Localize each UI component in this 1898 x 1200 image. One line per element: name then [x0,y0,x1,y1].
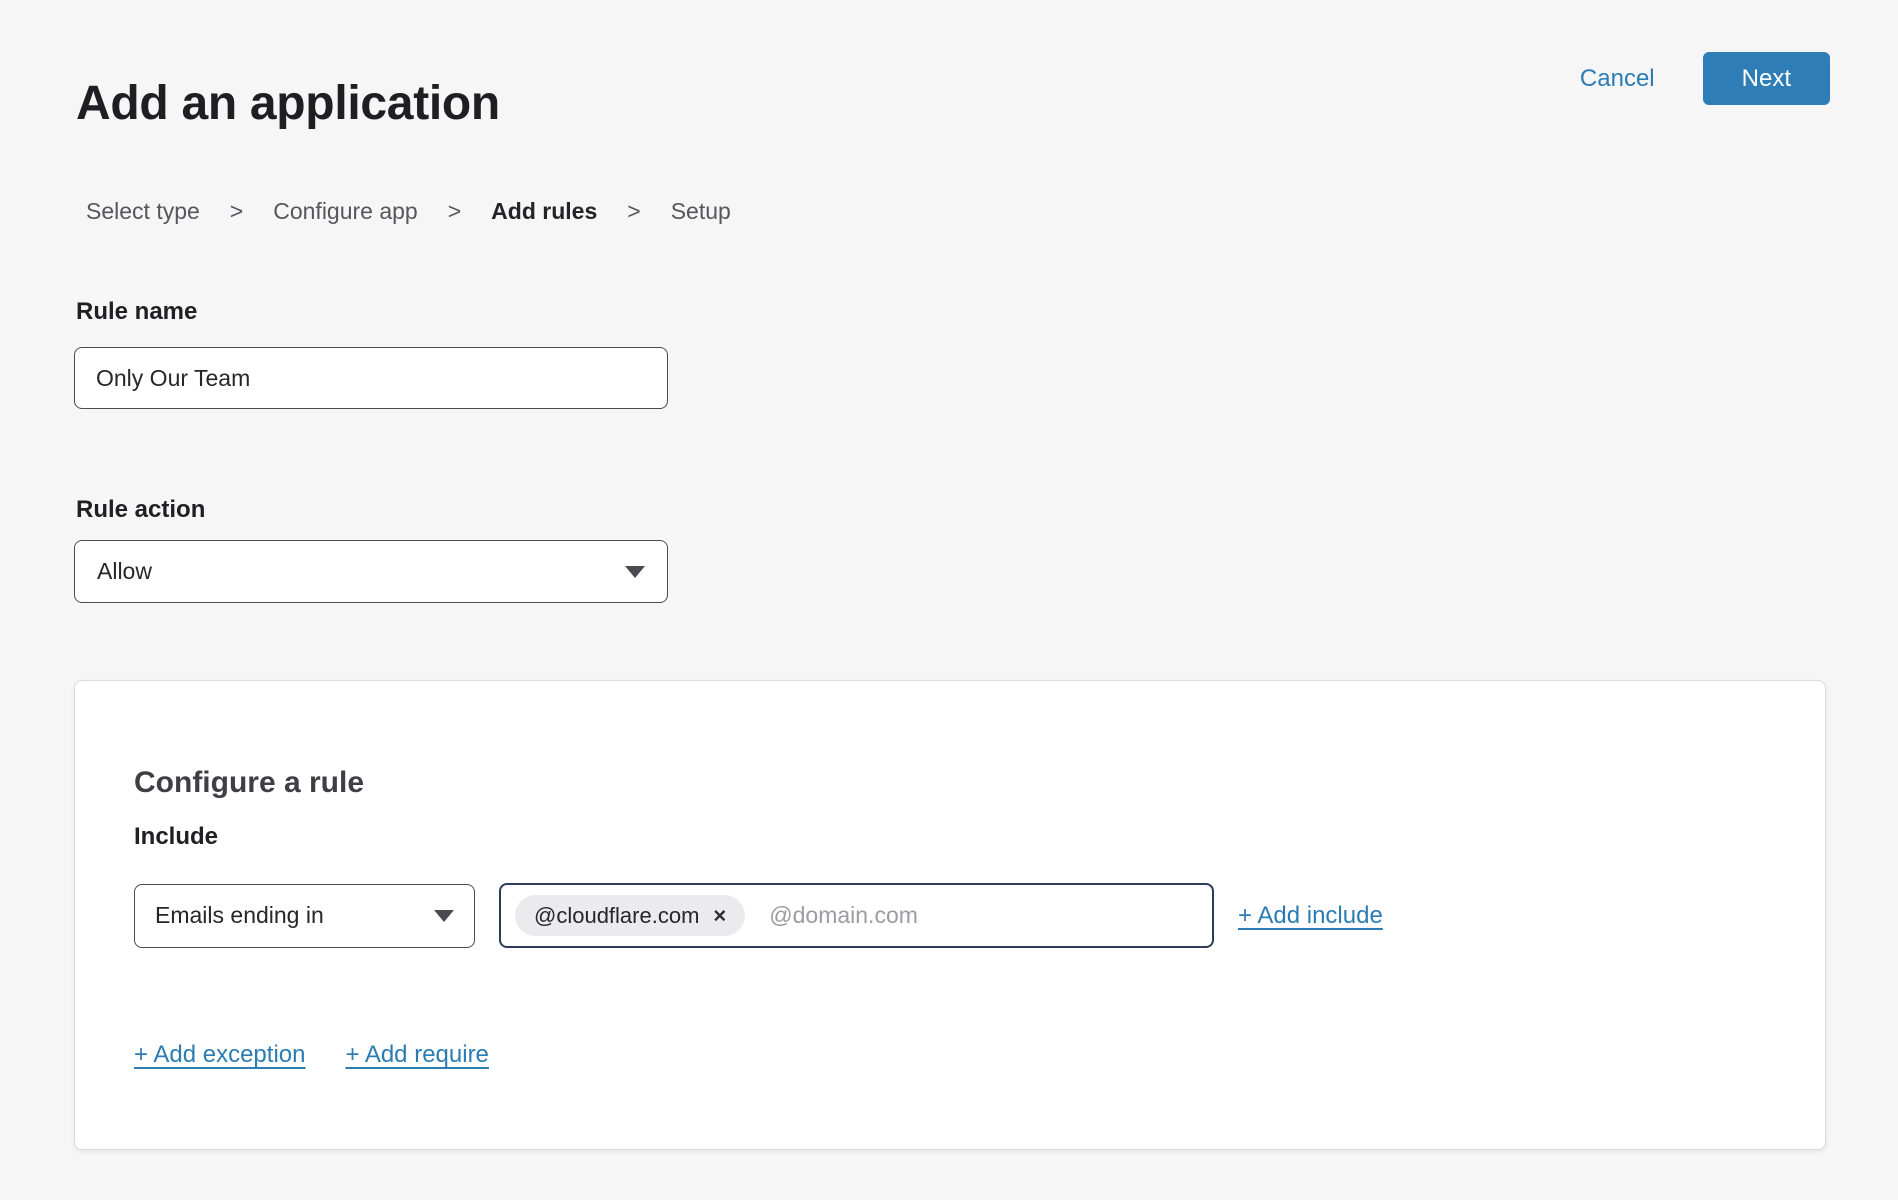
breadcrumb: Select type > Configure app > Add rules … [86,198,731,225]
include-type-select[interactable]: Emails ending in [134,884,475,948]
breadcrumb-separator: > [448,198,461,225]
page-title: Add an application [76,74,500,134]
rule-card-title: Configure a rule [134,766,364,800]
breadcrumb-item-add-rules[interactable]: Add rules [491,198,597,225]
include-rule-row: Emails ending in @cloudflare.com × + Add… [134,883,1383,948]
email-domain-input[interactable] [767,901,1198,930]
include-label: Include [134,823,218,852]
rule-action-select[interactable]: Allow [74,540,668,603]
include-type-selected-value: Emails ending in [155,902,324,929]
rule-action-selected-value: Allow [97,558,152,585]
configure-rule-card: Configure a rule Include Emails ending i… [74,680,1826,1150]
email-domain-chip-label: @cloudflare.com [534,903,699,929]
rule-name-input[interactable] [74,347,668,409]
rule-action-label: Rule action [76,496,205,525]
chevron-down-icon [434,910,454,922]
add-exception-link[interactable]: + Add exception [134,1041,305,1069]
breadcrumb-item-select-type[interactable]: Select type [86,198,200,225]
email-domain-tag-input[interactable]: @cloudflare.com × [499,883,1214,948]
chip-remove-icon[interactable]: × [713,905,726,927]
rule-name-label: Rule name [76,298,197,327]
header-actions: Cancel Next [1580,52,1830,105]
breadcrumb-separator: > [627,198,640,225]
add-require-link[interactable]: + Add require [345,1041,488,1069]
rule-links-row: + Add exception + Add require [134,1041,489,1069]
add-include-link[interactable]: + Add include [1238,902,1383,930]
chevron-down-icon [625,566,645,578]
breadcrumb-item-setup[interactable]: Setup [671,198,731,225]
breadcrumb-item-configure-app[interactable]: Configure app [273,198,418,225]
cancel-button[interactable]: Cancel [1580,65,1655,93]
breadcrumb-separator: > [230,198,243,225]
email-domain-chip: @cloudflare.com × [515,895,745,936]
next-button[interactable]: Next [1703,52,1830,105]
